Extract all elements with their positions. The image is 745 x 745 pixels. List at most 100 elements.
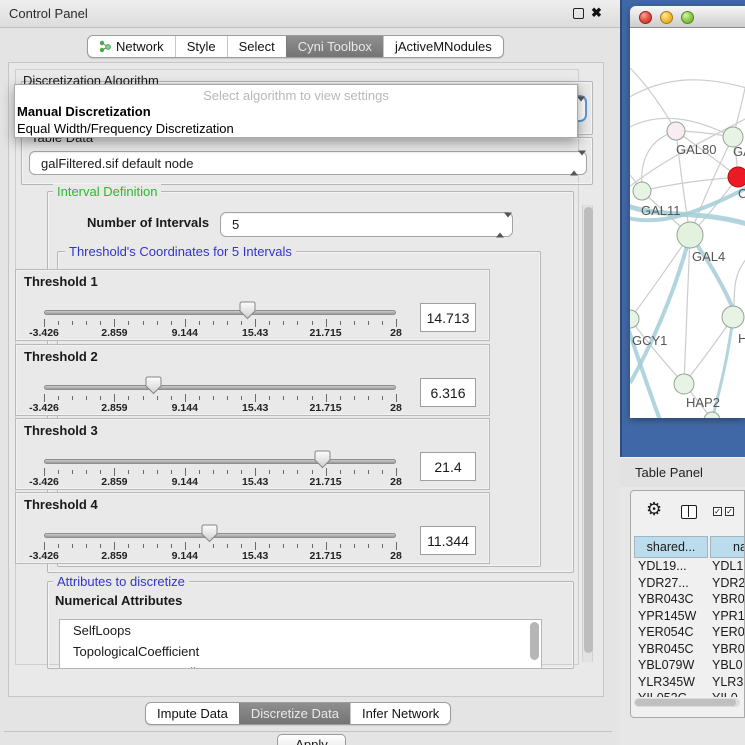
threshold-3-slider-track[interactable] <box>44 459 396 464</box>
tab-discretize-data[interactable]: Discretize Data <box>239 703 350 724</box>
apply-button[interactable]: Apply <box>277 734 346 745</box>
tab-jactivemnodules[interactable]: jActiveMNodules <box>383 36 503 57</box>
tab-cyni-toolbox[interactable]: Cyni Toolbox <box>286 36 383 57</box>
table-row[interactable]: YBR045CYBR0 <box>631 641 745 658</box>
tab-impute-data[interactable]: Impute Data <box>146 703 239 724</box>
cell-name[interactable]: YIL0 <box>707 690 738 697</box>
cell-name[interactable]: YER0 <box>707 624 745 641</box>
attribute-item[interactable]: SelfLoops <box>60 620 541 641</box>
node[interactable] <box>674 374 694 394</box>
tab-label: Network <box>116 39 164 54</box>
panel-scrollbar-thumb[interactable] <box>584 207 593 653</box>
node-label: GAL80 <box>676 142 716 157</box>
attribute-item[interactable]: TopologicalCoefficient <box>60 641 541 662</box>
node[interactable] <box>722 306 744 328</box>
tab-label: Impute Data <box>157 706 228 721</box>
tab-select[interactable]: Select <box>227 36 286 57</box>
tab-label: jActiveMNodules <box>395 39 492 54</box>
cell-shared-name[interactable]: YPR145W <box>631 608 707 625</box>
cell-shared-name[interactable]: YDL19... <box>631 558 707 575</box>
tab-style[interactable]: Style <box>175 36 227 57</box>
threshold-2-value-field[interactable]: 6.316 <box>420 378 476 407</box>
column-header-shared[interactable]: shared... <box>634 536 708 558</box>
threshold-3-slider-handle[interactable] <box>314 450 331 474</box>
node-label: GCY1 <box>632 333 667 348</box>
threshold-4-slider-handle[interactable] <box>201 524 218 548</box>
cell-name[interactable]: YBR0 <box>707 641 745 658</box>
threshold-4-slider-track[interactable] <box>44 533 396 538</box>
combo-arrows-icon <box>570 156 579 171</box>
cell-name[interactable]: YDR2 <box>707 575 745 592</box>
table-row[interactable]: YBL079WYBL0 <box>631 657 745 674</box>
number-of-intervals-combo[interactable]: 5 <box>220 212 513 237</box>
table-row[interactable]: YBR043CYBR0 <box>631 591 745 608</box>
threshold-4-box: Threshold 4-3.4262.8599.14415.4321.71528… <box>15 492 490 564</box>
table-panel-title: Table Panel <box>635 465 703 480</box>
table-row[interactable]: YER054CYER0 <box>631 624 745 641</box>
list-scrollbar[interactable] <box>530 622 539 660</box>
threshold-2-slider-track[interactable] <box>44 385 396 390</box>
minimize-traffic-light[interactable] <box>660 11 673 24</box>
close-traffic-light[interactable] <box>639 11 652 24</box>
network-edge <box>642 131 676 191</box>
gear-icon[interactable]: ⚙ <box>646 499 662 520</box>
threshold-2-slider-handle[interactable] <box>145 376 162 400</box>
table-row[interactable]: YLR345WYLR3 <box>631 674 745 691</box>
zoom-traffic-light[interactable] <box>681 11 694 24</box>
cell-shared-name[interactable]: YBR045C <box>631 641 707 658</box>
table-data-combo[interactable]: galFiltered.sif default node <box>29 151 587 175</box>
network-window-titlebar <box>630 6 745 28</box>
slider-tick-labels: -3.4262.8599.14415.4321.71528 <box>44 327 396 339</box>
node[interactable] <box>633 182 651 200</box>
column-layout-icon[interactable] <box>681 505 697 519</box>
attribute-item[interactable]: BetweennessCentrality <box>60 662 541 669</box>
node[interactable] <box>630 310 639 328</box>
tab-infer-network[interactable]: Infer Network <box>350 703 450 724</box>
node[interactable] <box>667 122 685 140</box>
cell-shared-name[interactable]: YBL079W <box>631 657 707 674</box>
threshold-1-slider-track[interactable] <box>44 310 396 315</box>
tab-label: Select <box>239 39 275 54</box>
checkbox-icon[interactable]: ✓ <box>713 507 722 516</box>
threshold-1-slider-handle[interactable] <box>239 301 256 325</box>
cell-shared-name[interactable]: YBR043C <box>631 591 707 608</box>
control-panel: Control Panel ✖ Network Style Select Cyni T… <box>0 0 620 745</box>
cell-name[interactable]: YPR1 <box>707 608 745 625</box>
cell-name[interactable]: YDL1 <box>707 558 743 575</box>
table-row[interactable]: YPR145WYPR1 <box>631 608 745 625</box>
close-icon[interactable]: ✖ <box>591 5 602 21</box>
float-window-icon[interactable] <box>573 8 584 19</box>
threshold-3-value-field[interactable]: 21.4 <box>420 452 476 481</box>
table-row[interactable]: YIL052CYIL0 <box>631 690 745 697</box>
algorithm-option-manual[interactable]: Manual Discretization <box>17 104 151 119</box>
network-canvas[interactable]: GAL80GAGAL11CGAL4GCY1HHAP2 <box>630 28 745 418</box>
cell-shared-name[interactable]: YLR345W <box>631 674 707 691</box>
checkbox-icon[interactable]: ✓ <box>725 507 734 516</box>
table-row[interactable]: YDL19...YDL1 <box>631 558 745 575</box>
threshold-4-value-field[interactable]: 11.344 <box>420 526 476 555</box>
control-panel-titlebar: Control Panel ✖ <box>0 0 620 28</box>
column-header-name[interactable]: na <box>710 536 745 558</box>
cell-shared-name[interactable]: YIL052C <box>631 690 707 697</box>
network-edge <box>630 80 745 98</box>
node-highlighted[interactable] <box>728 167 745 187</box>
table-row[interactable]: YDR27...YDR2 <box>631 575 745 592</box>
cell-shared-name[interactable]: YDR27... <box>631 575 707 592</box>
algorithm-option-equal-width[interactable]: Equal Width/Frequency Discretization <box>17 121 234 136</box>
cell-name[interactable]: YBL0 <box>707 657 743 674</box>
threshold-1-value-field[interactable]: 14.713 <box>420 303 476 332</box>
table-h-scrollbar-thumb[interactable] <box>635 699 736 706</box>
cell-name[interactable]: YBR0 <box>707 591 745 608</box>
algorithm-hint: Select algorithm to view settings <box>15 88 577 103</box>
network-edge <box>630 235 690 319</box>
threshold-1-box: Threshold 1-3.4262.8599.14415.4321.71528… <box>15 269 490 341</box>
interval-definition-group-title: Interval Definition <box>53 184 161 199</box>
node[interactable] <box>677 222 703 248</box>
tab-label: Style <box>187 39 216 54</box>
cell-name[interactable]: YLR3 <box>707 674 743 691</box>
cell-shared-name[interactable]: YER054C <box>631 624 707 641</box>
network-icon <box>99 40 111 53</box>
threshold-4-label: Threshold 4 <box>24 497 98 512</box>
tab-network[interactable]: Network <box>88 36 175 57</box>
slider-tick-labels: -3.4262.8599.14415.4321.71528 <box>44 476 396 488</box>
